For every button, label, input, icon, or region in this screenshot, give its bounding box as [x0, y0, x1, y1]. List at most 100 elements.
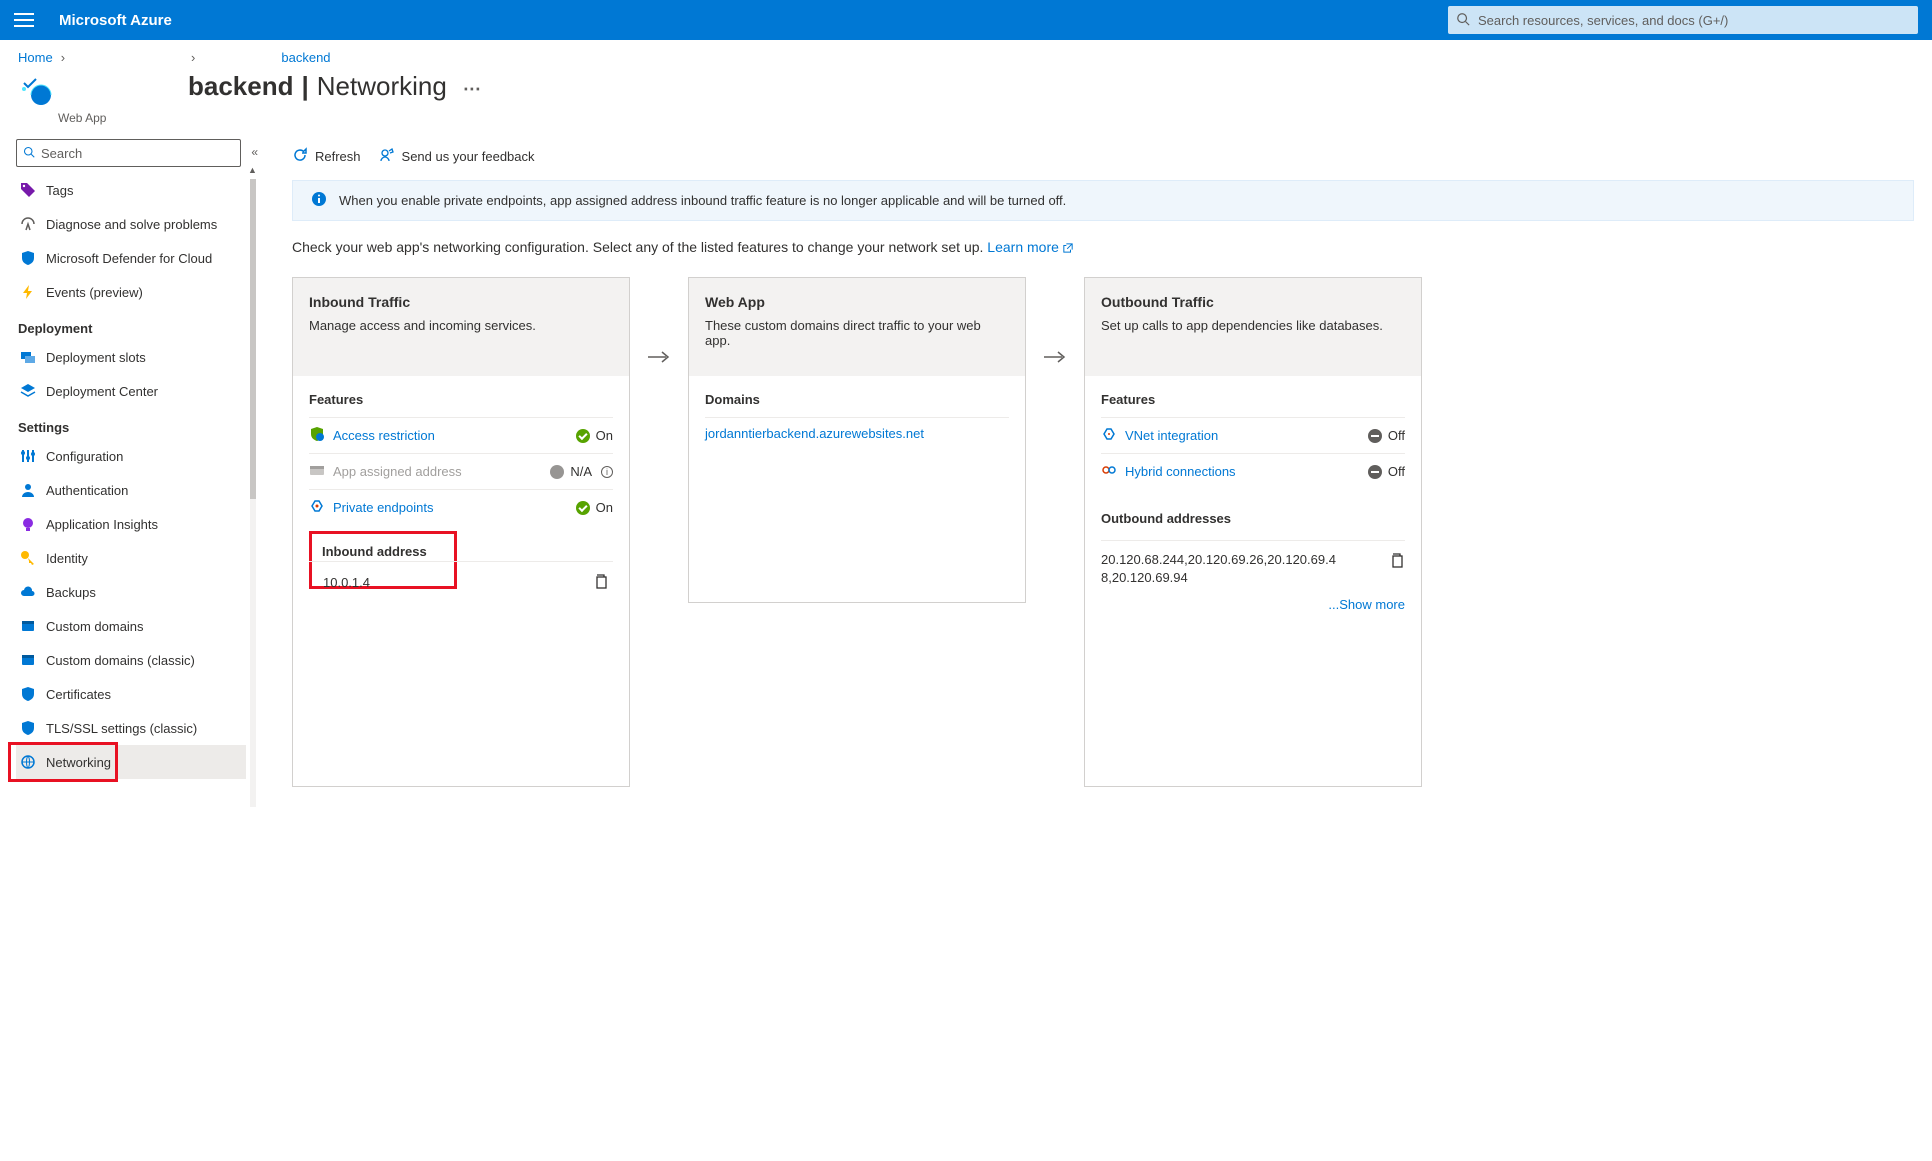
page-header: Web App backend | Networking ⋯	[0, 65, 1932, 139]
domain-icon	[20, 652, 36, 668]
sidebar-item-networking[interactable]: Networking	[16, 745, 246, 779]
status-off-icon	[1368, 429, 1382, 443]
tag-icon	[20, 182, 36, 198]
sidebar-item-diagnose[interactable]: Diagnose and solve problems	[16, 207, 246, 241]
collapse-sidebar-icon[interactable]: «	[251, 145, 258, 159]
card-title: Outbound Traffic	[1101, 294, 1405, 310]
network-icon	[20, 754, 36, 770]
brand-label: Microsoft Azure	[59, 12, 172, 29]
sidebar-scrollbar[interactable]: ▲	[250, 179, 256, 807]
search-icon	[23, 146, 35, 161]
sidebar-item-backups[interactable]: Backups	[16, 575, 246, 609]
sidebar-group-settings: Settings	[18, 420, 246, 435]
key-icon	[20, 550, 36, 566]
sidebar-item-tags[interactable]: Tags	[16, 173, 246, 207]
inbound-traffic-card: Inbound Traffic Manage access and incomi…	[292, 277, 630, 787]
sidebar-item-identity[interactable]: Identity	[16, 541, 246, 575]
slots-icon	[20, 349, 36, 365]
card-subtitle: These custom domains direct traffic to y…	[705, 318, 1009, 348]
inbound-address-label: Inbound address	[322, 544, 444, 559]
card-title: Inbound Traffic	[309, 294, 613, 310]
copy-icon[interactable]	[1389, 551, 1405, 572]
sidebar: Search « ▲ Tags Diagnose and solve probl…	[0, 139, 254, 807]
resource-type-label: Web App	[58, 111, 106, 125]
main-content: Refresh Send us your feedback When you e…	[254, 139, 1932, 807]
refresh-button[interactable]: Refresh	[292, 147, 361, 166]
webapp-icon	[18, 73, 54, 109]
feature-vnet-integration[interactable]: VNet integration Off	[1101, 417, 1405, 453]
shield-icon	[20, 250, 36, 266]
crumb-home[interactable]: Home	[18, 50, 53, 65]
feedback-button[interactable]: Send us your feedback	[379, 147, 535, 166]
domain-icon	[20, 618, 36, 634]
feedback-icon	[379, 147, 395, 166]
global-search-input[interactable]: Search resources, services, and docs (G+…	[1448, 6, 1918, 34]
sidebar-group-deployment: Deployment	[18, 321, 246, 336]
person-icon	[20, 482, 36, 498]
info-banner: When you enable private endpoints, app a…	[292, 180, 1914, 221]
status-na-icon	[550, 465, 564, 479]
page-title-resource: backend	[188, 71, 294, 102]
card-subtitle: Set up calls to app dependencies like da…	[1101, 318, 1405, 333]
search-icon	[1456, 12, 1470, 29]
status-off-icon	[1368, 465, 1382, 479]
feature-hybrid-connections[interactable]: Hybrid connections Off	[1101, 453, 1405, 489]
learn-more-link[interactable]: Learn more	[987, 239, 1072, 255]
sidebar-item-certificates[interactable]: Certificates	[16, 677, 246, 711]
search-placeholder: Search resources, services, and docs (G+…	[1478, 13, 1728, 28]
sidebar-item-tls-ssl[interactable]: TLS/SSL settings (classic)	[16, 711, 246, 745]
domain-link[interactable]: jordanntierbackend.azurewebsites.net	[705, 417, 1009, 449]
info-icon	[311, 191, 327, 210]
hybrid-icon	[1101, 462, 1117, 481]
hamburger-icon[interactable]	[14, 13, 34, 27]
page-title-section: Networking	[317, 71, 447, 102]
endpoint-icon	[309, 498, 325, 517]
webapp-card: Web App These custom domains direct traf…	[688, 277, 1026, 603]
vnet-icon	[1101, 426, 1117, 445]
arrow-right-icon	[1044, 277, 1066, 437]
crumb-backend[interactable]: backend	[281, 50, 330, 65]
more-menu-icon[interactable]: ⋯	[463, 79, 481, 100]
lightning-icon	[20, 284, 36, 300]
status-on-icon	[576, 429, 590, 443]
sidebar-item-custom-domains[interactable]: Custom domains	[16, 609, 246, 643]
sidebar-item-events[interactable]: Events (preview)	[16, 275, 246, 309]
features-label: Features	[1101, 392, 1405, 407]
sidebar-item-insights[interactable]: Application Insights	[16, 507, 246, 541]
show-more-link[interactable]: ...Show more	[1328, 597, 1405, 612]
sidebar-item-custom-domains-classic[interactable]: Custom domains (classic)	[16, 643, 246, 677]
diagnose-icon	[20, 216, 36, 232]
sidebar-item-deployment-slots[interactable]: Deployment slots	[16, 340, 246, 374]
features-label: Features	[309, 392, 613, 407]
deploy-center-icon	[20, 383, 36, 399]
sidebar-search-input[interactable]: Search	[16, 139, 241, 167]
copy-icon[interactable]	[593, 572, 609, 593]
shield-icon	[309, 426, 325, 445]
toolbar: Refresh Send us your feedback	[292, 139, 1914, 180]
feature-private-endpoints[interactable]: Private endpoints On	[309, 489, 613, 525]
address-icon	[309, 462, 325, 481]
chevron-right-icon: ›	[61, 50, 65, 65]
sidebar-item-authentication[interactable]: Authentication	[16, 473, 246, 507]
status-on-icon	[576, 501, 590, 515]
sidebar-item-configuration[interactable]: Configuration	[16, 439, 246, 473]
domains-label: Domains	[705, 392, 1009, 407]
sidebar-item-defender[interactable]: Microsoft Defender for Cloud	[16, 241, 246, 275]
sidebar-search-placeholder: Search	[41, 146, 82, 161]
arrow-right-icon	[648, 277, 670, 437]
card-subtitle: Manage access and incoming services.	[309, 318, 613, 333]
sliders-icon	[20, 448, 36, 464]
chevron-right-icon: ›	[191, 50, 195, 65]
refresh-icon	[292, 147, 308, 166]
bulb-icon	[20, 516, 36, 532]
sidebar-item-deployment-center[interactable]: Deployment Center	[16, 374, 246, 408]
info-icon[interactable]: i	[601, 466, 613, 478]
outbound-traffic-card: Outbound Traffic Set up calls to app dep…	[1084, 277, 1422, 787]
breadcrumb: Home › › backend	[0, 40, 1932, 65]
banner-text: When you enable private endpoints, app a…	[339, 193, 1066, 208]
intro-text: Check your web app's networking configur…	[292, 239, 1914, 255]
card-title: Web App	[705, 294, 1009, 310]
page-title-sep: |	[302, 71, 309, 102]
shield-icon	[20, 686, 36, 702]
feature-access-restriction[interactable]: Access restriction On	[309, 417, 613, 453]
